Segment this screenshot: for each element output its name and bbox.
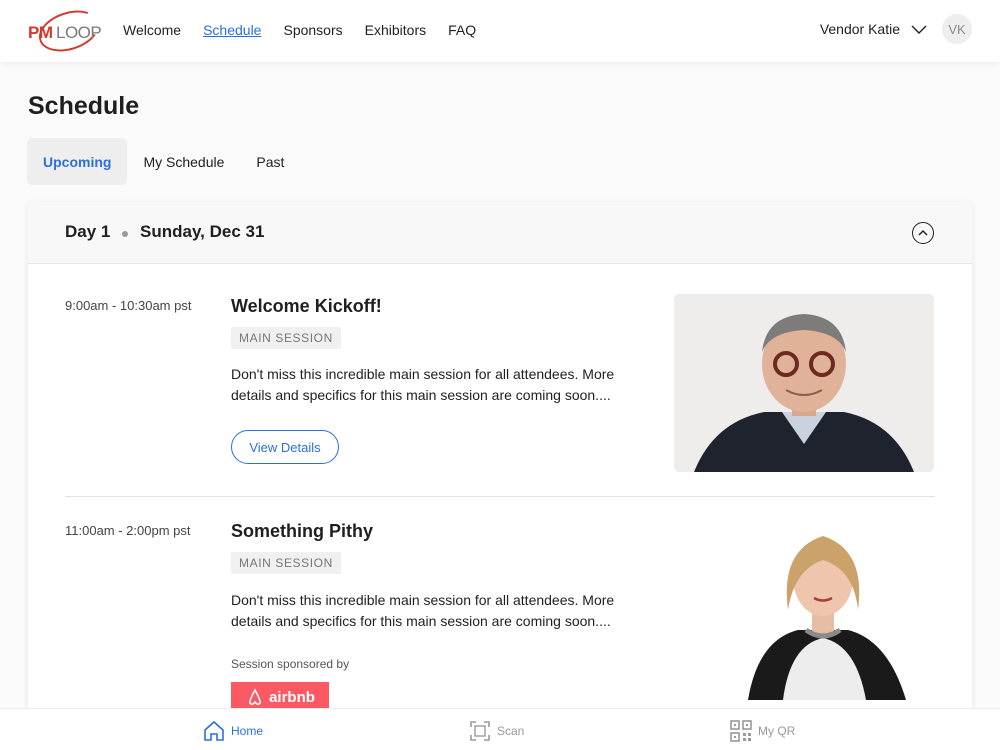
bottom-tab-label: Scan: [497, 724, 525, 738]
session-description: Don't miss this incredible main session …: [231, 366, 615, 403]
tab-past[interactable]: Past: [240, 138, 300, 185]
sponsor-name: airbnb: [269, 688, 315, 706]
nav-link-welcome[interactable]: Welcome: [123, 22, 181, 38]
user-name: Vendor Katie: [819, 21, 900, 37]
session-divider: [65, 496, 935, 497]
session-title: Something Pithy: [231, 521, 374, 541]
session-speaker-photo: [728, 520, 918, 700]
bottom-tab-label: Home: [231, 724, 264, 738]
qr-code-icon: [730, 720, 752, 742]
sponsor-label: Session sponsored by: [231, 657, 350, 671]
day-label: Day 1: [65, 222, 111, 241]
speaker-image: [674, 294, 934, 472]
nav-link-faq[interactable]: FAQ: [448, 22, 476, 38]
main-nav: Welcome Schedule Sponsors Exhibitors FAQ: [123, 22, 498, 38]
home-icon: [204, 720, 224, 741]
session-tag: MAIN SESSION: [231, 327, 341, 349]
page-title: Schedule: [28, 92, 140, 120]
session-speaker-photo: [674, 294, 934, 472]
bottom-tab-my-qr[interactable]: My QR: [730, 720, 795, 742]
logo-pm-text: PM: [28, 23, 53, 42]
bottom-tab-bar: Home Scan My QR: [0, 708, 1000, 750]
airbnb-icon: [249, 688, 262, 706]
bottom-tab-scan[interactable]: Scan: [469, 720, 524, 742]
view-details-button[interactable]: View Details: [231, 430, 339, 464]
session-time: 11:00am - 2:00pm pst: [65, 523, 191, 538]
nav-link-sponsors[interactable]: Sponsors: [283, 22, 342, 38]
session-description: Don't miss this incredible main session …: [231, 592, 615, 629]
day-header[interactable]: Day 1 Sunday, Dec 31: [28, 202, 972, 264]
user-menu[interactable]: Vendor Katie VK: [820, 14, 972, 44]
scan-icon: [470, 721, 490, 741]
avatar[interactable]: VK: [942, 14, 972, 44]
collapse-button[interactable]: [912, 222, 934, 244]
schedule-tabs: Upcoming My Schedule Past: [27, 138, 300, 185]
nav-link-exhibitors[interactable]: Exhibitors: [365, 22, 426, 38]
bottom-tab-label: My QR: [758, 724, 796, 738]
speaker-image: [728, 520, 918, 700]
tab-my-schedule[interactable]: My Schedule: [127, 138, 240, 185]
nav-link-schedule[interactable]: Schedule: [203, 22, 261, 38]
bottom-tab-home[interactable]: Home: [203, 720, 263, 742]
session-time: 9:00am - 10:30am pst: [65, 298, 192, 313]
top-nav: PM LOOP Welcome Schedule Sponsors Exhibi…: [0, 0, 1000, 62]
chevron-down-icon[interactable]: [910, 20, 928, 38]
logo-loop-text: LOOP: [56, 23, 102, 42]
day-date: Sunday, Dec 31: [140, 222, 265, 241]
schedule-card: Day 1 Sunday, Dec 31 9:00am - 10:30am ps…: [28, 202, 972, 750]
tab-upcoming[interactable]: Upcoming: [27, 138, 128, 185]
separator-dot-icon: [122, 231, 128, 237]
chevron-up-icon: [918, 230, 928, 236]
pm-loop-logo[interactable]: PM LOOP: [28, 3, 105, 59]
session-title: Welcome Kickoff!: [231, 296, 382, 316]
session-tag: MAIN SESSION: [231, 552, 341, 574]
